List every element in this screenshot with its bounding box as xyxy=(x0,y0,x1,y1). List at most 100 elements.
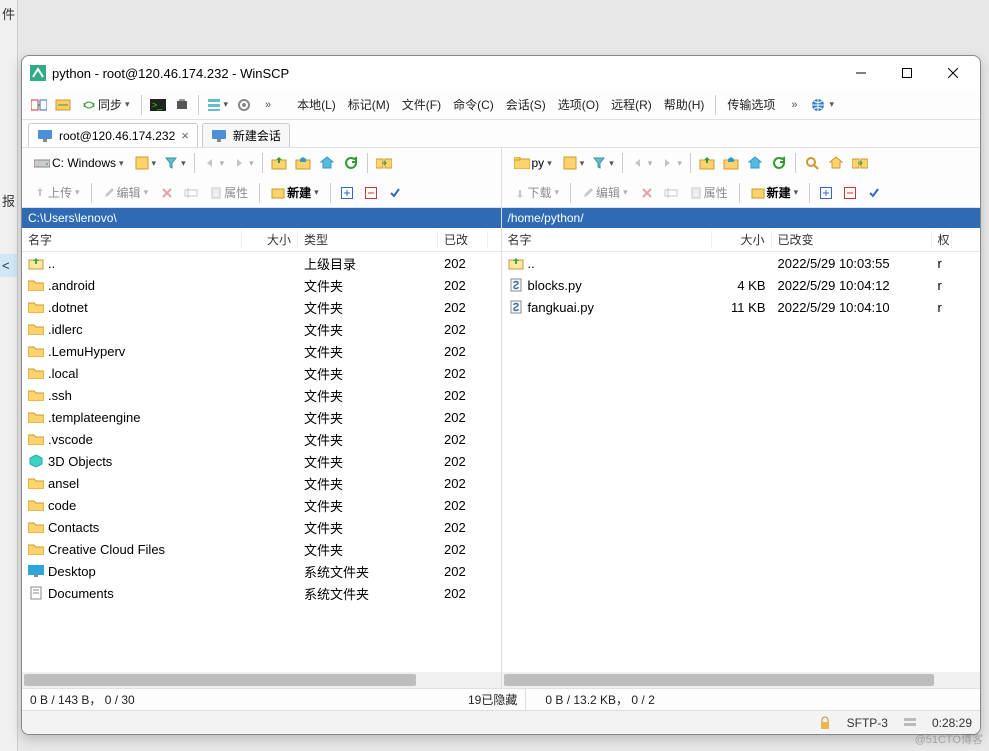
table-row[interactable]: Contacts文件夹202 xyxy=(22,516,501,538)
globe-icon[interactable]: ▾ xyxy=(807,93,837,117)
local-check-icon[interactable] xyxy=(384,181,406,205)
queue-icon[interactable]: ▾ xyxy=(204,93,232,117)
col-date[interactable]: 已改 xyxy=(438,231,488,248)
col-size[interactable]: 大小 xyxy=(242,231,298,248)
remote-list-header[interactable]: 名字 大小 已改变 权 xyxy=(502,228,981,252)
table-row[interactable]: .vscode文件夹202 xyxy=(22,428,501,450)
remote-bookmark-icon[interactable] xyxy=(825,151,847,175)
remote-sync-browse-icon[interactable] xyxy=(849,151,871,175)
toolbar-overflow[interactable]: » xyxy=(257,93,279,117)
menu-item[interactable]: 远程(R) xyxy=(605,96,658,114)
upload-button[interactable]: 上传▾ xyxy=(28,181,86,205)
table-row[interactable]: Desktop系统文件夹202 xyxy=(22,560,501,582)
col-type[interactable]: 类型 xyxy=(298,231,438,248)
remote-file-list[interactable]: 名字 大小 已改变 权 ..2022/5/29 10:03:55rblocks.… xyxy=(502,228,981,672)
remote-path-bar[interactable]: /home/python/ xyxy=(502,208,981,228)
table-row[interactable]: code文件夹202 xyxy=(22,494,501,516)
remote-new-button[interactable]: 新建▾ xyxy=(745,181,805,205)
maximize-button[interactable] xyxy=(884,58,930,88)
terminal-icon[interactable]: >_ xyxy=(147,93,169,117)
table-row[interactable]: Creative Cloud Files文件夹202 xyxy=(22,538,501,560)
remote-back-button[interactable]: ▾ xyxy=(628,151,656,175)
toolbar-overflow-right[interactable]: » xyxy=(783,93,805,117)
remote-filter-icon[interactable]: ▾ xyxy=(560,151,588,175)
col-date[interactable]: 已改变 xyxy=(772,231,932,248)
menu-item[interactable]: 标记(M) xyxy=(342,96,396,114)
remote-find-icon[interactable] xyxy=(801,151,823,175)
remote-dir-selector[interactable]: py ▾ xyxy=(508,151,558,175)
sync-panels-icon[interactable] xyxy=(28,93,50,117)
minimize-button[interactable] xyxy=(838,58,884,88)
col-size[interactable]: 大小 xyxy=(712,231,772,248)
close-button[interactable] xyxy=(930,58,976,88)
settings-icon[interactable] xyxy=(233,93,255,117)
menu-item[interactable]: 帮助(H) xyxy=(658,96,711,114)
local-refresh-icon[interactable] xyxy=(340,151,362,175)
menu-item[interactable]: 命令(C) xyxy=(447,96,500,114)
remote-plus-icon[interactable] xyxy=(815,181,837,205)
putty-icon[interactable] xyxy=(171,93,193,117)
table-row[interactable]: blocks.py4 KB2022/5/29 10:04:12r xyxy=(502,274,981,296)
remote-edit-button[interactable]: 编辑▾ xyxy=(576,181,634,205)
remote-h-scrollbar[interactable] xyxy=(502,672,981,688)
queue-status-icon[interactable] xyxy=(902,715,918,731)
remote-home-icon[interactable] xyxy=(744,151,766,175)
table-row[interactable]: ..2022/5/29 10:03:55r xyxy=(502,252,981,274)
table-row[interactable]: ..上级目录202 xyxy=(22,252,501,274)
remote-props-button[interactable]: 属性 xyxy=(684,181,734,205)
remote-check-icon[interactable] xyxy=(863,181,885,205)
remote-refresh-icon[interactable] xyxy=(768,151,790,175)
local-drive-selector[interactable]: C: Windows ▾ xyxy=(28,151,130,175)
lock-icon[interactable] xyxy=(817,715,833,731)
new-session-tab[interactable]: 新建会话 xyxy=(202,123,290,147)
compare-icon[interactable] xyxy=(52,93,74,117)
menu-item[interactable]: 文件(F) xyxy=(396,96,447,114)
table-row[interactable]: .templateengine文件夹202 xyxy=(22,406,501,428)
remote-forward-button[interactable]: ▾ xyxy=(657,151,685,175)
tab-close-icon[interactable]: × xyxy=(181,128,189,143)
col-perm[interactable]: 权 xyxy=(932,231,952,248)
col-name[interactable]: 名字 xyxy=(22,231,242,248)
local-file-list[interactable]: 名字 大小 类型 已改 ..上级目录202.android文件夹202.dotn… xyxy=(22,228,501,672)
menu-item[interactable]: 本地(L) xyxy=(291,96,342,114)
remote-delete-icon[interactable] xyxy=(636,181,658,205)
table-row[interactable]: Documents系统文件夹202 xyxy=(22,582,501,604)
table-row[interactable]: .android文件夹202 xyxy=(22,274,501,296)
local-minus-icon[interactable] xyxy=(360,181,382,205)
remote-filter2-icon[interactable]: ▾ xyxy=(589,151,617,175)
titlebar[interactable]: python - root@120.46.174.232 - WinSCP xyxy=(22,56,980,90)
local-filter2-icon[interactable]: ▾ xyxy=(161,151,189,175)
remote-rename-icon[interactable] xyxy=(660,181,682,205)
remote-root-icon[interactable] xyxy=(720,151,742,175)
local-new-button[interactable]: 新建▾ xyxy=(265,181,325,205)
download-button[interactable]: 下载▾ xyxy=(508,181,566,205)
local-root-icon[interactable] xyxy=(292,151,314,175)
local-back-button[interactable]: ▾ xyxy=(200,151,228,175)
menu-item[interactable]: 选项(O) xyxy=(552,96,605,114)
local-sync-browse-icon[interactable] xyxy=(373,151,395,175)
table-row[interactable]: .dotnet文件夹202 xyxy=(22,296,501,318)
table-row[interactable]: ansel文件夹202 xyxy=(22,472,501,494)
local-home-icon[interactable] xyxy=(316,151,338,175)
session-tab-active[interactable]: root@120.46.174.232 × xyxy=(28,123,198,147)
local-delete-icon[interactable] xyxy=(156,181,178,205)
menu-item[interactable]: 会话(S) xyxy=(500,96,552,114)
table-row[interactable]: .ssh文件夹202 xyxy=(22,384,501,406)
local-forward-button[interactable]: ▾ xyxy=(229,151,257,175)
local-edit-button[interactable]: 编辑▾ xyxy=(97,181,155,205)
table-row[interactable]: .local文件夹202 xyxy=(22,362,501,384)
remote-minus-icon[interactable] xyxy=(839,181,861,205)
remote-up-icon[interactable] xyxy=(696,151,718,175)
table-row[interactable]: fangkuai.py11 KB2022/5/29 10:04:10r xyxy=(502,296,981,318)
table-row[interactable]: .idlerc文件夹202 xyxy=(22,318,501,340)
local-path-bar[interactable]: C:\Users\lenovo\ xyxy=(22,208,501,228)
col-name[interactable]: 名字 xyxy=(502,231,712,248)
local-rename-icon[interactable] xyxy=(180,181,202,205)
local-list-header[interactable]: 名字 大小 类型 已改 xyxy=(22,228,501,252)
sync-button[interactable]: 同步▾ xyxy=(76,93,136,117)
local-up-icon[interactable] xyxy=(268,151,290,175)
transfer-options-menu[interactable]: 传输选项 xyxy=(721,94,781,115)
local-filter-icon[interactable]: ▾ xyxy=(132,151,160,175)
table-row[interactable]: .LemuHyperv文件夹202 xyxy=(22,340,501,362)
local-props-button[interactable]: 属性 xyxy=(204,181,254,205)
